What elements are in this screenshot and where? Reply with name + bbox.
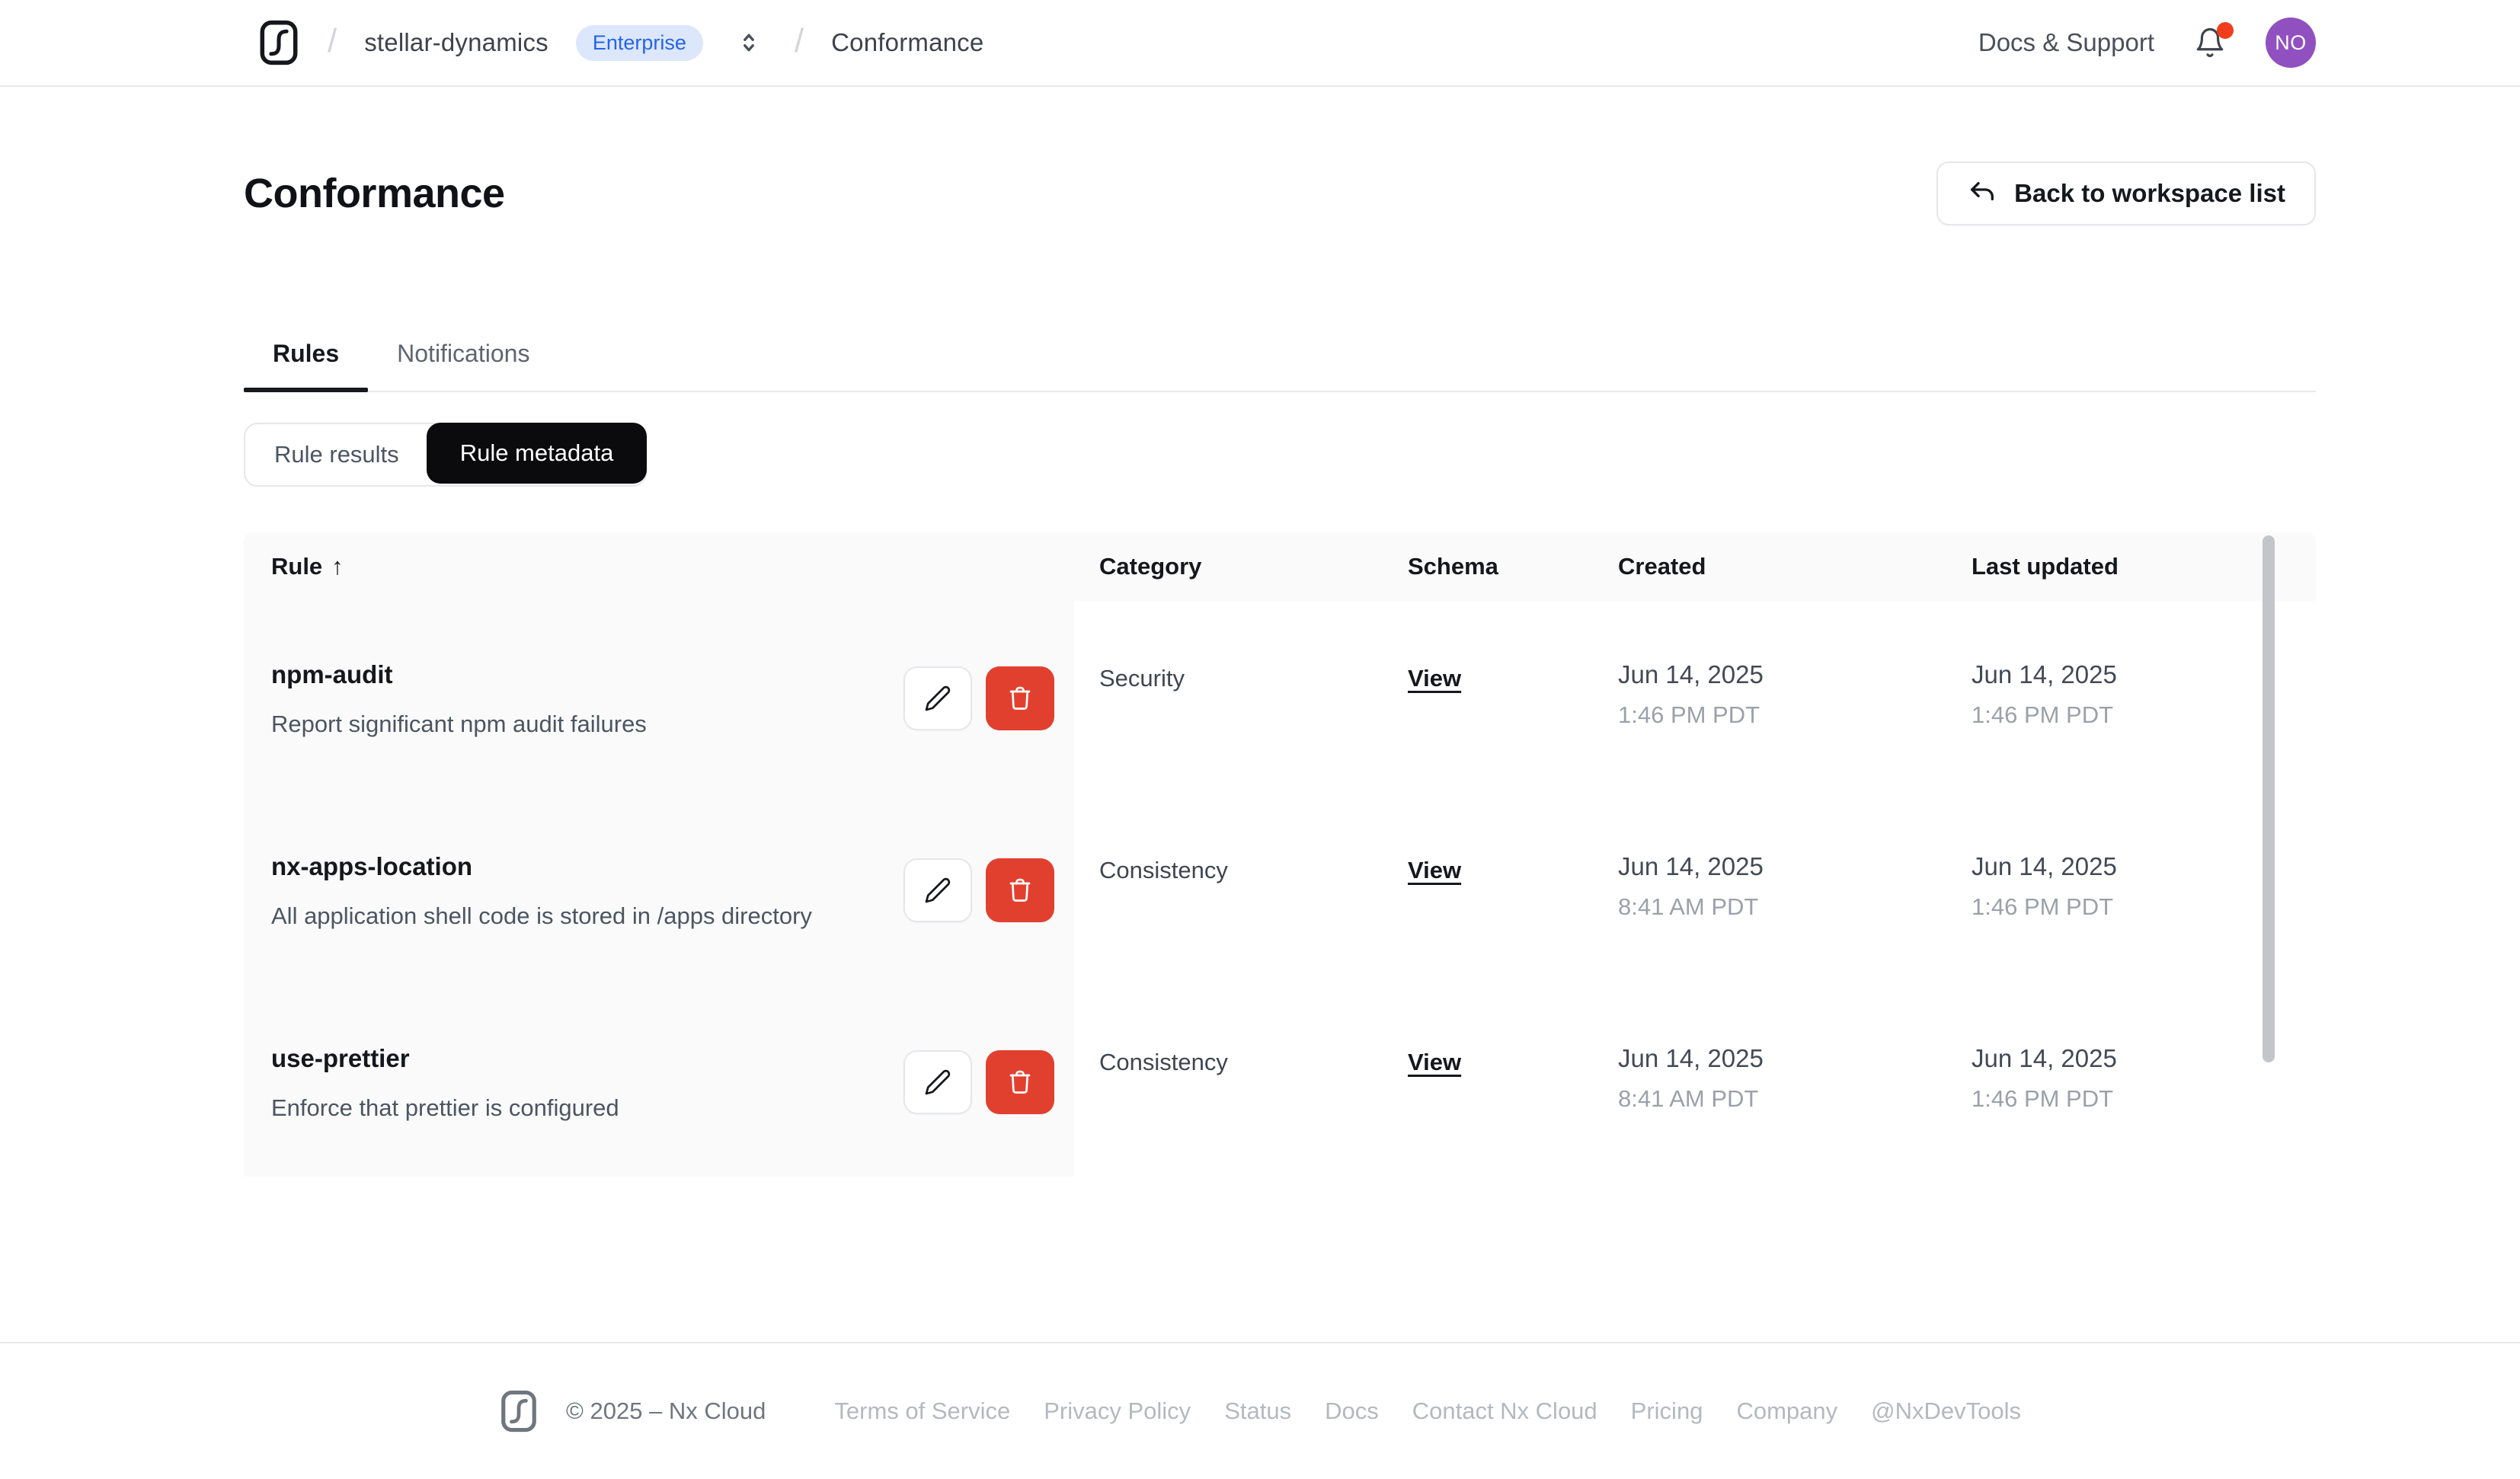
footer-link-nxdevtools[interactable]: @NxDevTools [1871, 1398, 2021, 1425]
rule-description: Enforce that prettier is configured [271, 1094, 619, 1121]
top-nav: / stellar-dynamics Enterprise / Conforma… [0, 0, 2520, 87]
edit-rule-button[interactable] [903, 858, 972, 922]
breadcrumb: / stellar-dynamics Enterprise / Conforma… [257, 20, 983, 65]
rule-category: Consistency [1099, 857, 1228, 883]
rule-metadata-button[interactable]: Rule metadata [426, 423, 648, 484]
page-title: Conformance [244, 171, 505, 216]
table-row: npm-audit Report significant npm audit f… [244, 601, 2316, 793]
delete-rule-button[interactable] [986, 666, 1054, 730]
enterprise-badge: Enterprise [575, 24, 703, 61]
rule-category: Consistency [1099, 1049, 1228, 1075]
user-avatar[interactable]: NO [2266, 18, 2316, 68]
pencil-icon [925, 877, 951, 903]
created-date: Jun 14, 2025 [1618, 852, 1764, 880]
tab-notifications-label: Notifications [397, 340, 530, 367]
nx-footer-logo-icon [499, 1390, 539, 1433]
footer: © 2025 – Nx Cloud Terms of Service Priva… [0, 1342, 2520, 1479]
footer-link-terms[interactable]: Terms of Service [834, 1398, 1010, 1425]
pencil-icon [925, 1069, 951, 1095]
tab-rules-label: Rules [273, 340, 340, 367]
edit-rule-button[interactable] [903, 1050, 972, 1114]
updated-date: Jun 14, 2025 [1972, 660, 2117, 688]
updated-date: Jun 14, 2025 [1972, 1044, 2117, 1072]
workspace-name[interactable]: stellar-dynamics [364, 28, 548, 57]
breadcrumb-separator: / [328, 22, 337, 59]
rule-category: Security [1099, 665, 1185, 692]
created-cell: Jun 14, 2025 8:41 AM PDT [1618, 985, 1972, 1177]
rule-results-button[interactable]: Rule results [245, 424, 428, 485]
edit-rule-button[interactable] [903, 666, 972, 730]
back-to-workspace-button[interactable]: Back to workspace list [1936, 161, 2316, 225]
rule-name: nx-apps-location [271, 852, 473, 880]
column-header-last-updated: Last updated [1972, 553, 2119, 580]
column-header-rule[interactable]: Rule ↑ [244, 553, 1074, 580]
nx-logo-icon[interactable] [257, 20, 300, 65]
updated-date: Jun 14, 2025 [1972, 852, 2117, 880]
column-header-category: Category [1099, 553, 1202, 580]
created-time: 1:46 PM PDT [1618, 701, 1760, 728]
created-cell: Jun 14, 2025 1:46 PM PDT [1618, 601, 1972, 793]
notifications-button[interactable] [2191, 22, 2234, 62]
rule-view-toggle: Rule results Rule metadata [244, 423, 648, 487]
footer-link-pricing[interactable]: Pricing [1631, 1398, 1703, 1425]
footer-link-privacy[interactable]: Privacy Policy [1044, 1398, 1191, 1425]
trash-icon [1009, 1070, 1031, 1094]
table-scrollbar[interactable] [2261, 532, 2276, 1177]
back-button-label: Back to workspace list [2014, 179, 2285, 207]
delete-rule-button[interactable] [986, 1050, 1054, 1114]
breadcrumb-separator: / [794, 22, 804, 59]
updated-cell: Jun 14, 2025 1:46 PM PDT [1972, 601, 2255, 793]
main-content: Conformance Back to workspace list Rules… [0, 87, 2520, 1342]
footer-link-company[interactable]: Company [1736, 1398, 1837, 1425]
updated-cell: Jun 14, 2025 1:46 PM PDT [1972, 793, 2255, 985]
updated-cell: Jun 14, 2025 1:46 PM PDT [1972, 985, 2255, 1177]
rule-cell: use-prettier Enforce that prettier is co… [244, 985, 1074, 1177]
footer-link-status[interactable]: Status [1224, 1398, 1291, 1425]
scrollbar-thumb[interactable] [2263, 535, 2275, 1062]
delete-rule-button[interactable] [986, 858, 1054, 922]
rule-description: Report significant npm audit failures [271, 711, 647, 737]
copyright-text: © 2025 – Nx Cloud [566, 1398, 766, 1424]
table-row: nx-apps-location All application shell c… [244, 793, 2316, 985]
schema-view-link[interactable]: View [1408, 1049, 1461, 1075]
footer-links: Terms of Service Privacy Policy Status D… [834, 1398, 2021, 1425]
rule-name: use-prettier [271, 1044, 410, 1072]
trash-icon [1009, 878, 1031, 902]
schema-view-link[interactable]: View [1408, 857, 1461, 883]
undo-arrow-icon [1971, 182, 1994, 201]
column-header-created: Created [1618, 553, 1706, 580]
created-date: Jun 14, 2025 [1618, 660, 1764, 688]
created-time: 8:41 AM PDT [1618, 1085, 1759, 1112]
footer-link-docs[interactable]: Docs [1325, 1398, 1379, 1425]
rule-cell: nx-apps-location All application shell c… [244, 793, 1074, 985]
footer-link-contact[interactable]: Contact Nx Cloud [1412, 1398, 1597, 1425]
table-row: use-prettier Enforce that prettier is co… [244, 985, 2316, 1177]
created-cell: Jun 14, 2025 8:41 AM PDT [1618, 793, 1972, 985]
tab-notifications[interactable]: Notifications [368, 340, 558, 391]
notification-dot [2217, 22, 2234, 39]
chevrons-up-down-icon [744, 34, 754, 52]
sort-asc-icon: ↑ [331, 553, 344, 580]
updated-time: 1:46 PM PDT [1972, 701, 2114, 728]
breadcrumb-current-page: Conformance [831, 28, 984, 56]
column-header-schema: Schema [1408, 553, 1498, 580]
rule-cell: npm-audit Report significant npm audit f… [244, 601, 1074, 793]
rule-description: All application shell code is stored in … [271, 902, 812, 929]
pencil-icon [925, 685, 951, 711]
rule-name: npm-audit [271, 660, 393, 688]
updated-time: 1:46 PM PDT [1972, 1085, 2114, 1112]
tab-rules[interactable]: Rules [244, 340, 369, 392]
rules-table: Rule ↑ Category Schema Created Last upda… [244, 532, 2316, 1177]
updated-time: 1:46 PM PDT [1972, 893, 2114, 920]
tabs: Rules Notifications [244, 340, 2316, 392]
trash-icon [1009, 686, 1031, 710]
workspace-switcher-button[interactable] [731, 24, 767, 61]
docs-support-link[interactable]: Docs & Support [1978, 28, 2154, 57]
nav-actions: Docs & Support NO [1978, 18, 2316, 68]
created-time: 8:41 AM PDT [1618, 893, 1759, 920]
created-date: Jun 14, 2025 [1618, 1044, 1764, 1072]
table-header-row: Rule ↑ Category Schema Created Last upda… [244, 532, 2316, 601]
schema-view-link[interactable]: View [1408, 665, 1461, 692]
